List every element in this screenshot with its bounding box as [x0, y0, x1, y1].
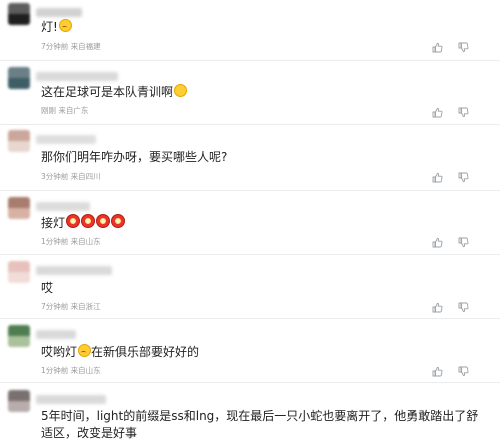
avatar[interactable] [8, 130, 30, 152]
comment-text-content: 哎 [41, 281, 54, 295]
comment-text-before: 哎哟灯 [41, 345, 78, 359]
comment-meta: 刚刚 来自广东 [41, 105, 88, 116]
comment-text-content: 灯! [41, 20, 58, 34]
thumbs-down-icon[interactable] [458, 366, 469, 377]
comment-text: 那你们明年咋办呀，要买哪些人呢? [41, 148, 227, 167]
red-lantern-emoji [81, 214, 96, 228]
avatar[interactable] [8, 3, 30, 25]
comment-location: 来自山东 [70, 237, 101, 246]
comment-item: 5年时间，light的前缀是ss和lng，现在最后一只小蛇也要离开了，他勇敢踏出… [0, 382, 500, 440]
comment-text-content: 接灯 [41, 216, 66, 230]
avatar[interactable] [8, 67, 30, 89]
red-lantern-emoji [96, 214, 111, 228]
red-lantern-emoji [111, 214, 126, 228]
comment-time: 1分钟前 [41, 366, 69, 375]
comment-meta: 7分钟前 来自福建 [41, 41, 101, 52]
comment-item: 这在足球可是本队青训啊 刚刚 来自广东 [0, 60, 500, 125]
comment-text: 灯! [41, 18, 72, 37]
comment-meta: 1分钟前 来自山东 [41, 365, 101, 376]
avatar[interactable] [8, 197, 30, 219]
comment-actions [432, 302, 492, 314]
comment-time: 7分钟前 [41, 42, 69, 51]
thumbs-up-icon[interactable] [432, 302, 443, 313]
avatar[interactable] [8, 390, 30, 412]
thumbs-down-icon[interactable] [458, 42, 469, 53]
comment-actions [432, 172, 492, 184]
comment-location: 来自广东 [58, 106, 89, 115]
comment-text: 接灯 [41, 214, 126, 233]
comment-text-content: 那你们明年咋办呀，要买哪些人呢? [41, 150, 228, 164]
comment-text: 这在足球可是本队青训啊 [41, 83, 188, 102]
comment-location: 来自浙江 [70, 302, 101, 311]
comment-item: 哎 7分钟前 来自浙江 [0, 254, 500, 319]
username-blurred[interactable] [36, 395, 106, 404]
comment-meta: 3分钟前 来自四川 [41, 171, 101, 182]
comment-item: 灯! 7分钟前 来自福建 [0, 0, 500, 61]
comment-time: 刚刚 [41, 106, 56, 115]
thumbs-up-icon[interactable] [432, 42, 443, 53]
username-blurred[interactable] [36, 135, 96, 144]
thumbs-up-icon[interactable] [432, 172, 443, 183]
sad-face-emoji [78, 344, 92, 357]
comment-feed: 灯! 7分钟前 来自福建 这在足球可是本队青训啊 刚刚 来自广东 那你们明年咋办… [0, 0, 500, 440]
comment-time: 7分钟前 [41, 302, 69, 311]
thumbs-down-icon[interactable] [458, 107, 469, 118]
username-blurred[interactable] [36, 8, 82, 17]
comment-item: 那你们明年咋办呀，要买哪些人呢? 3分钟前 来自四川 [0, 124, 500, 191]
thumbs-down-icon[interactable] [458, 302, 469, 313]
comment-text-after: 在新俱乐部要好好的 [91, 345, 200, 359]
comment-meta: 7分钟前 来自浙江 [41, 301, 101, 312]
comment-text: 哎 [41, 279, 53, 298]
comment-item: 接灯 1分钟前 来自山东 [0, 190, 500, 255]
comment-text-content: 这在足球可是本队青训啊 [41, 85, 174, 99]
username-blurred[interactable] [36, 202, 90, 211]
red-lantern-emoji [66, 214, 81, 228]
sad-face-emoji [58, 19, 72, 32]
username-blurred[interactable] [36, 266, 112, 275]
thumbs-up-icon[interactable] [432, 107, 443, 118]
comment-time: 1分钟前 [41, 237, 69, 246]
avatar[interactable] [8, 325, 30, 347]
thumbs-up-icon[interactable] [432, 237, 443, 248]
comment-actions [432, 107, 492, 119]
smile-emoji [174, 84, 188, 97]
comment-location: 来自山东 [70, 366, 101, 375]
thumbs-up-icon[interactable] [432, 366, 443, 377]
comment-actions [432, 42, 492, 54]
comment-text-content: 5年时间，light的前缀是ss和lng，现在最后一只小蛇也要离开了，他勇敢踏出… [41, 409, 479, 440]
comment-meta: 1分钟前 来自山东 [41, 236, 101, 247]
username-blurred[interactable] [36, 72, 118, 81]
thumbs-down-icon[interactable] [458, 172, 469, 183]
comment-location: 来自四川 [70, 172, 101, 181]
comment-text: 5年时间，light的前缀是ss和lng，现在最后一只小蛇也要离开了，他勇敢踏出… [41, 408, 481, 440]
username-blurred[interactable] [36, 330, 76, 339]
avatar[interactable] [8, 261, 30, 283]
comment-location: 来自福建 [70, 42, 101, 51]
comment-actions [432, 366, 492, 378]
comment-time: 3分钟前 [41, 172, 69, 181]
comment-item: 哎哟灯 在新俱乐部要好好的 1分钟前 来自山东 [0, 318, 500, 383]
comment-text: 哎哟灯 在新俱乐部要好好的 [41, 343, 199, 362]
thumbs-down-icon[interactable] [458, 237, 469, 248]
comment-actions [432, 237, 492, 249]
